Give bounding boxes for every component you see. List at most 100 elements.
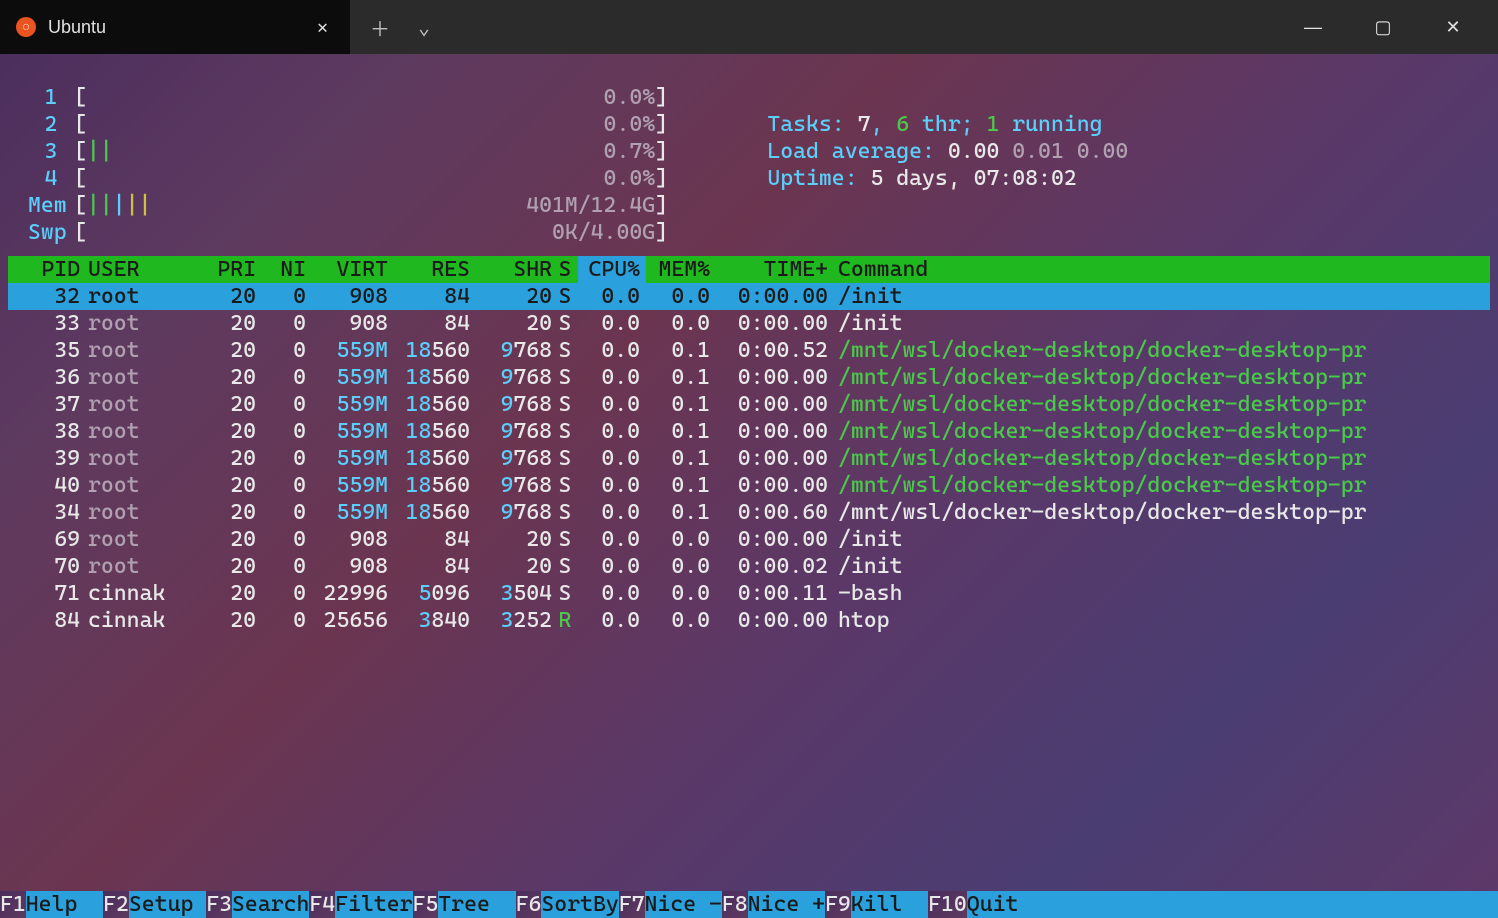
fkey-label: Filter (335, 891, 412, 918)
col-ni[interactable]: NI (256, 256, 306, 283)
fkey-f6[interactable]: F6SortBy (516, 891, 619, 918)
cell-user: cinnak (80, 580, 190, 607)
process-row[interactable]: 39root200559M185609768S0.00.10:00.00/mnt… (8, 445, 1490, 472)
cell-pid: 32 (8, 283, 80, 310)
cell-virt: 25656 (306, 607, 388, 634)
close-tab-button[interactable]: ✕ (311, 17, 334, 38)
tasks-line: Tasks: 7, 6 thr; 1 running (690, 84, 1128, 111)
fkey-f5[interactable]: F5Tree (413, 891, 516, 918)
fkey-f10[interactable]: F10Quit (928, 891, 1044, 918)
cell-time: 0:00.00 (710, 310, 828, 337)
cell-user: root (80, 499, 190, 526)
process-row[interactable]: 70root2009088420S0.00.00:00.02/init (8, 553, 1490, 580)
process-row[interactable]: 84cinnak2002565638403252R0.00.00:00.00ht… (8, 607, 1490, 634)
fkey-f8[interactable]: F8Nice + (722, 891, 825, 918)
col-res[interactable]: RES (388, 256, 470, 283)
cell-res: 84 (388, 526, 470, 553)
fkey-f4[interactable]: F4Filter (309, 891, 412, 918)
process-row[interactable]: 37root200559M185609768S0.00.10:00.00/mnt… (8, 391, 1490, 418)
tab-dropdown-button[interactable]: ⌄ (418, 15, 430, 39)
process-row[interactable]: 32root2009088420S0.00.00:00.00/init (8, 283, 1490, 310)
close-window-button[interactable]: ✕ (1438, 17, 1468, 38)
cell-cpu: 0.0 (578, 310, 646, 337)
cell-pri: 20 (190, 526, 256, 553)
col-cpu[interactable]: CPU% (578, 256, 646, 283)
process-row[interactable]: 34root200559M185609768S0.00.10:00.60/mnt… (8, 499, 1490, 526)
terminal-tab[interactable]: ◌ Ubuntu ✕ (0, 0, 350, 54)
process-row[interactable]: 71cinnak2002299650963504S0.00.00:00.11-b… (8, 580, 1490, 607)
cell-res: 84 (388, 310, 470, 337)
cell-pid: 33 (8, 310, 80, 337)
cell-mem: 0.1 (646, 418, 710, 445)
cell-command: /init (828, 283, 1490, 310)
col-mem[interactable]: MEM% (646, 256, 710, 283)
cell-state: S (552, 337, 578, 364)
cell-state: S (552, 580, 578, 607)
process-header[interactable]: PID USER PRI NI VIRT RES SHR S CPU% MEM%… (8, 256, 1490, 283)
col-pri[interactable]: PRI (190, 256, 256, 283)
cell-ni: 0 (256, 607, 306, 634)
cell-state: R (552, 607, 578, 634)
process-row[interactable]: 69root2009088420S0.00.00:00.00/init (8, 526, 1490, 553)
col-user[interactable]: USER (80, 256, 190, 283)
col-s[interactable]: S (552, 256, 578, 283)
cell-res: 18560 (388, 418, 470, 445)
col-cmd[interactable]: Command (828, 256, 1490, 283)
cell-ni: 0 (256, 553, 306, 580)
fkey-key: F8 (722, 891, 748, 918)
fkey-label: Tree (438, 891, 515, 918)
col-virt[interactable]: VIRT (306, 256, 388, 283)
cell-state: S (552, 310, 578, 337)
process-row[interactable]: 35root200559M185609768S0.00.10:00.52/mnt… (8, 337, 1490, 364)
cell-mem: 0.0 (646, 310, 710, 337)
cell-command: /mnt/wsl/docker-desktop/docker-desktop-p… (828, 391, 1490, 418)
minimize-button[interactable]: — (1298, 17, 1328, 38)
cell-cpu: 0.0 (578, 526, 646, 553)
cell-cpu: 0.0 (578, 499, 646, 526)
fkey-label: Nice - (645, 891, 722, 918)
fkey-key: F5 (413, 891, 439, 918)
fkey-label: Help (26, 891, 103, 918)
titlebar: ◌ Ubuntu ✕ ＋ ⌄ — ▢ ✕ (0, 0, 1498, 54)
maximize-button[interactable]: ▢ (1368, 17, 1398, 38)
process-row[interactable]: 36root200559M185609768S0.00.10:00.00/mnt… (8, 364, 1490, 391)
cell-pri: 20 (190, 472, 256, 499)
cell-shr: 3252 (470, 607, 552, 634)
cell-res: 18560 (388, 499, 470, 526)
fkey-key: F2 (103, 891, 129, 918)
cpu-value: 0.0% (604, 85, 656, 110)
ubuntu-icon: ◌ (16, 17, 36, 37)
cell-virt: 908 (306, 310, 388, 337)
cell-pid: 40 (8, 472, 80, 499)
tab-toolbar: ＋ ⌄ (350, 0, 450, 54)
col-shr[interactable]: SHR (470, 256, 552, 283)
cell-user: root (80, 310, 190, 337)
fkey-f1[interactable]: F1Help (0, 891, 103, 918)
fkey-key: F1 (0, 891, 26, 918)
process-row[interactable]: 40root200559M185609768S0.00.10:00.00/mnt… (8, 472, 1490, 499)
fkey-f7[interactable]: F7Nice - (619, 891, 722, 918)
fkey-f9[interactable]: F9Kill (825, 891, 928, 918)
fkey-f3[interactable]: F3Search (206, 891, 309, 918)
cell-mem: 0.1 (646, 445, 710, 472)
mem-bars-green: || (87, 192, 113, 219)
cell-time: 0:00.00 (710, 418, 828, 445)
col-time[interactable]: TIME+ (710, 256, 828, 283)
process-row[interactable]: 33root2009088420S0.00.00:00.00/init (8, 310, 1490, 337)
cell-command: /mnt/wsl/docker-desktop/docker-desktop-p… (828, 445, 1490, 472)
fkey-key: F9 (825, 891, 851, 918)
col-pid[interactable]: PID (8, 256, 80, 283)
cell-user: root (80, 337, 190, 364)
process-row[interactable]: 38root200559M185609768S0.00.10:00.00/mnt… (8, 418, 1490, 445)
new-tab-button[interactable]: ＋ (370, 13, 390, 42)
cell-virt: 559M (306, 418, 388, 445)
cell-cpu: 0.0 (578, 553, 646, 580)
cell-virt: 908 (306, 553, 388, 580)
cell-pri: 20 (190, 283, 256, 310)
cell-res: 18560 (388, 337, 470, 364)
cell-ni: 0 (256, 310, 306, 337)
terminal-body[interactable]: 1[0.0%]2[0.0%]3[||0.7%]4[0.0%] Mem [ || … (0, 54, 1498, 918)
cell-shr: 9768 (470, 499, 552, 526)
tab-title: Ubuntu (48, 17, 299, 38)
fkey-f2[interactable]: F2Setup (103, 891, 206, 918)
